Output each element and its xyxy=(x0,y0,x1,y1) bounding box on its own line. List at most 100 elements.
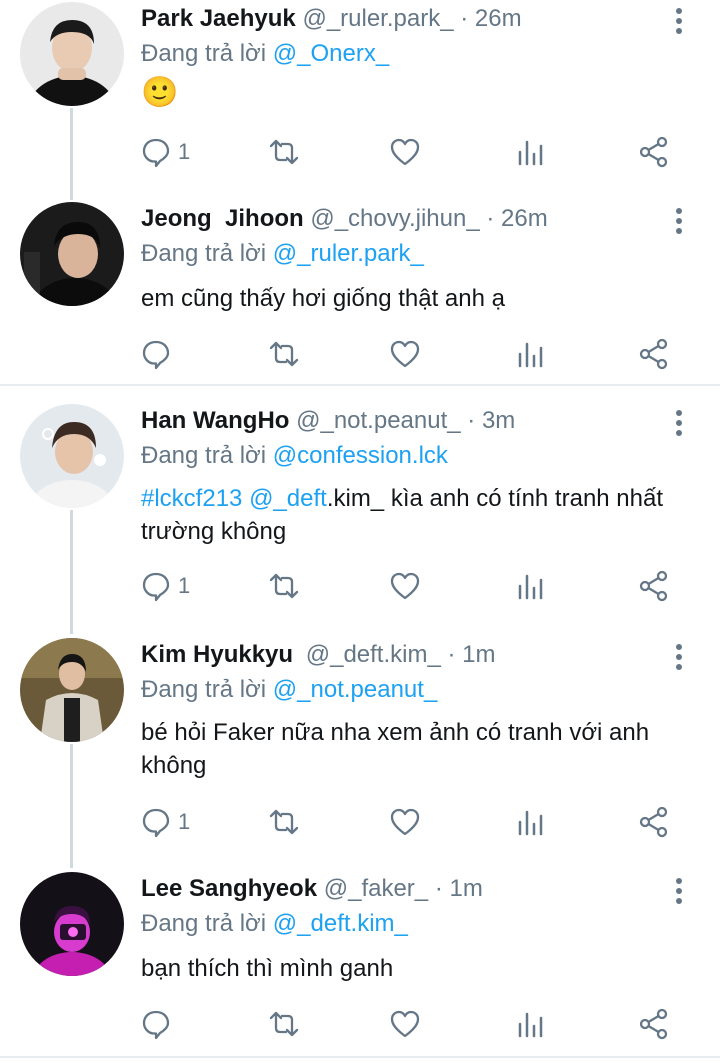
display-name[interactable]: Han WangHo xyxy=(141,407,289,434)
action-bar: 1 xyxy=(0,802,720,842)
separator-dot: · xyxy=(486,205,495,232)
retweet-button[interactable] xyxy=(268,334,300,374)
user-handle[interactable]: @_deft.kim_ xyxy=(306,641,441,668)
user-handle[interactable]: @_not.peanut_ xyxy=(296,407,461,434)
reply-prefix: Đang trả lời xyxy=(141,676,267,703)
reply-button[interactable] xyxy=(140,334,178,374)
smile-emoji: 🙂 xyxy=(141,76,179,109)
avatar[interactable] xyxy=(20,638,124,742)
reply-button[interactable]: 1 xyxy=(140,132,190,172)
avatar[interactable] xyxy=(20,404,124,508)
separator-dot: · xyxy=(434,875,443,902)
reply-context: Đang trả lời @_deft.kim_ xyxy=(141,909,408,939)
tweet-header: Lee Sanghyeok @_faker_ · 1m xyxy=(141,874,483,904)
separator-dot: · xyxy=(460,5,469,32)
like-button[interactable] xyxy=(389,1004,421,1044)
tweet-text: bé hỏi Faker nữa nha xem ảnh có tranh vớ… xyxy=(141,719,650,779)
reply-context: Đang trả lời @_not.peanut_ xyxy=(141,675,437,705)
action-bar xyxy=(0,1004,720,1044)
like-icon xyxy=(389,570,421,602)
reply-context: Đang trả lời @_ruler.park_ xyxy=(141,239,424,269)
separator-dot: · xyxy=(447,641,456,668)
user-handle[interactable]: @_ruler.park_ xyxy=(302,5,453,32)
analytics-icon xyxy=(515,338,547,370)
analytics-button[interactable] xyxy=(515,334,547,374)
like-button[interactable] xyxy=(389,802,421,842)
retweet-button[interactable] xyxy=(268,132,300,172)
display-name[interactable]: Jeong Jihoon xyxy=(141,205,304,232)
reply-to-link[interactable]: @_ruler.park_ xyxy=(273,240,424,267)
reply-icon xyxy=(140,338,172,370)
reply-prefix: Đang trả lời xyxy=(141,40,267,67)
tweet-header: Kim Hyukkyu @_deft.kim_ · 1m xyxy=(141,640,496,670)
action-bar: 1 xyxy=(0,566,720,606)
share-icon xyxy=(638,1008,670,1040)
avatar[interactable] xyxy=(20,872,124,976)
reply-to-link[interactable]: @confession.lck xyxy=(273,442,448,469)
like-button[interactable] xyxy=(389,132,421,172)
like-icon xyxy=(389,338,421,370)
reply-icon xyxy=(140,1008,172,1040)
analytics-button[interactable] xyxy=(515,566,547,606)
share-button[interactable] xyxy=(638,802,670,842)
tweet-header: Park Jaehyuk @_ruler.park_ · 26m xyxy=(141,4,522,34)
tweet-time[interactable]: 3m xyxy=(482,407,515,434)
tweet-time[interactable]: 1m xyxy=(462,641,495,668)
analytics-icon xyxy=(515,570,547,602)
share-button[interactable] xyxy=(638,1004,670,1044)
reply-button[interactable]: 1 xyxy=(140,566,190,606)
reply-icon xyxy=(140,570,172,602)
reply-prefix: Đang trả lời xyxy=(141,442,267,469)
share-icon xyxy=(638,570,670,602)
retweet-button[interactable] xyxy=(268,1004,300,1044)
retweet-icon xyxy=(268,806,300,838)
display-name[interactable]: Kim Hyukkyu xyxy=(141,641,293,668)
user-handle[interactable]: @_chovy.jihun_ xyxy=(310,205,479,232)
reply-to-link[interactable]: @_not.peanut_ xyxy=(273,676,438,703)
reply-button[interactable]: 1 xyxy=(140,802,190,842)
reply-context: Đang trả lời @confession.lck xyxy=(141,441,448,471)
analytics-button[interactable] xyxy=(515,132,547,172)
share-button[interactable] xyxy=(638,566,670,606)
like-button[interactable] xyxy=(389,334,421,374)
analytics-icon xyxy=(515,136,547,168)
reply-to-link[interactable]: @_deft.kim_ xyxy=(273,910,408,937)
tweet-time[interactable]: 26m xyxy=(475,5,522,32)
reply-context: Đang trả lời @_Onerx_ xyxy=(141,39,389,69)
tweet-text: 🙂 xyxy=(141,78,701,111)
display-name[interactable]: Park Jaehyuk xyxy=(141,5,296,32)
more-icon[interactable] xyxy=(674,410,684,436)
reply-to-link[interactable]: @_Onerx_ xyxy=(273,40,389,67)
share-button[interactable] xyxy=(638,132,670,172)
more-icon[interactable] xyxy=(674,208,684,234)
analytics-button[interactable] xyxy=(515,1004,547,1044)
reply-icon xyxy=(140,806,172,838)
retweet-button[interactable] xyxy=(268,566,300,606)
mention-link[interactable]: @_deft xyxy=(249,485,327,512)
share-icon xyxy=(638,136,670,168)
separator-dot: · xyxy=(467,407,476,434)
reply-icon xyxy=(140,136,172,168)
like-button[interactable] xyxy=(389,566,421,606)
analytics-button[interactable] xyxy=(515,802,547,842)
share-button[interactable] xyxy=(638,334,670,374)
like-icon xyxy=(389,806,421,838)
retweet-button[interactable] xyxy=(268,802,300,842)
tweet-text: bạn thích thì mình ganh xyxy=(141,955,394,982)
more-icon[interactable] xyxy=(674,644,684,670)
user-handle[interactable]: @_faker_ xyxy=(324,875,428,902)
avatar[interactable] xyxy=(20,202,124,306)
display-name[interactable]: Lee Sanghyeok xyxy=(141,875,317,902)
tweet-time[interactable]: 1m xyxy=(450,875,483,902)
tweet-header: Jeong Jihoon @_chovy.jihun_ · 26m xyxy=(141,204,548,234)
more-icon[interactable] xyxy=(674,878,684,904)
reply-button[interactable] xyxy=(140,1004,178,1044)
hashtag-link[interactable]: #lckcf213 xyxy=(141,485,242,512)
bottom-divider xyxy=(0,1056,720,1058)
tweet-header: Han WangHo @_not.peanut_ · 3m xyxy=(141,406,515,436)
share-icon xyxy=(638,338,670,370)
reply-prefix: Đang trả lời xyxy=(141,240,267,267)
tweet-time[interactable]: 26m xyxy=(501,205,548,232)
more-icon[interactable] xyxy=(674,8,684,34)
avatar[interactable] xyxy=(20,2,124,106)
